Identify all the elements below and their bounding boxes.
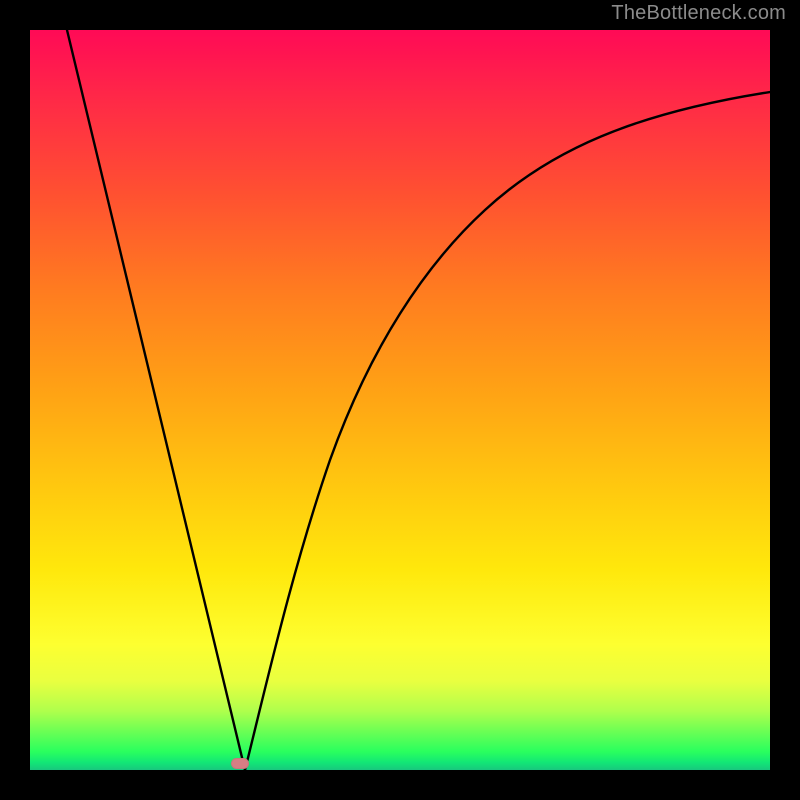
curve-right-branch <box>245 92 770 770</box>
chart-frame: TheBottleneck.com <box>0 0 800 800</box>
optimum-marker <box>231 758 249 769</box>
watermark-text: TheBottleneck.com <box>611 2 786 25</box>
plot-area <box>30 30 770 770</box>
bottleneck-curve <box>30 30 770 770</box>
curve-left-branch <box>67 30 245 770</box>
